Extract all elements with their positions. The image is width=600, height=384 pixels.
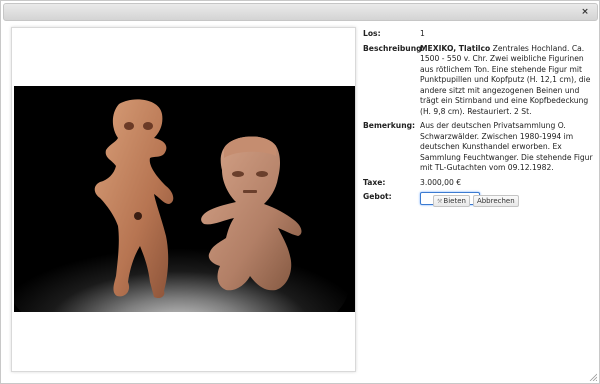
row-taxe: Taxe: 3.000,00 € [363,178,593,189]
beschreibung-title: MEXIKO, Tlatilco [420,43,491,53]
dialog-titlebar[interactable]: × [3,3,598,21]
beschreibung-text: Zentrales Hochland. Ca. 1500 - 550 v. Ch… [420,43,591,116]
beschreibung-label: Beschreibung: [363,43,425,53]
close-icon[interactable]: × [579,6,591,18]
taxe-label: Taxe: [363,177,386,187]
button-group: ⚒Bieten Abbrechen [433,195,519,207]
bemerkung-value: Aus der deutschen Privatsammlung O. Schw… [420,121,593,172]
abbrechen-button[interactable]: Abbrechen [472,195,519,207]
los-label: Los: [363,29,381,38]
resize-grip-icon[interactable] [589,373,597,381]
los-value: 1 [420,29,425,38]
row-beschreibung: Beschreibung: MEXIKO, Tlatilco Zentrales… [363,44,593,118]
row-bemerkung: Bemerkung: Aus der deutschen Privatsamml… [363,121,593,174]
lot-details: Los: 1 Beschreibung: MEXIKO, Tlatilco Ze… [363,29,593,209]
figurines-image [14,86,355,312]
hammer-icon: ⚒ [437,198,443,205]
bieten-button[interactable]: ⚒Bieten [433,195,470,207]
taxe-value: 3.000,00 € [420,177,462,187]
row-los: Los: 1 [363,29,593,40]
beschreibung-value: MEXIKO, Tlatilco Zentrales Hochland. Ca.… [420,44,593,118]
lot-image-frame [11,27,356,372]
bemerkung-label: Bemerkung: [363,121,416,130]
bid-dialog: × Los: 1 Beschreibung: MEXIKO, Tlatilco … [0,0,600,384]
lot-photo[interactable] [14,86,355,312]
gebot-label: Gebot: [363,192,392,201]
bieten-label: Bieten [443,197,466,205]
